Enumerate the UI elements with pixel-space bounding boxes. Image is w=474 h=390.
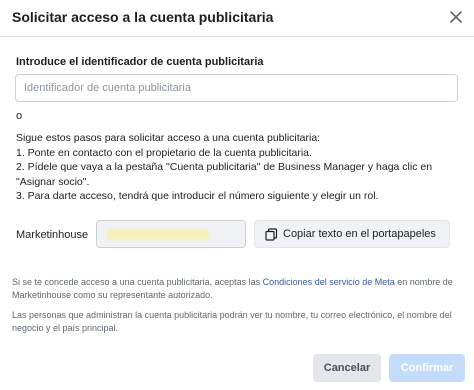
close-icon[interactable] — [449, 10, 463, 24]
instructions-intro: Sigue estos pasos para solicitar acceso … — [16, 132, 321, 144]
instructions: Sigue estos pasos para solicitar acceso … — [16, 131, 461, 204]
terms-of-service-link[interactable]: Condiciones del servicio de Meta — [263, 277, 395, 287]
terms-text-before: Si se te concede acceso a una cuenta pub… — [12, 277, 263, 287]
terms-notice: Si se te concede acceso a una cuenta pub… — [12, 276, 462, 302]
confirm-button[interactable]: Confirmar — [389, 354, 465, 382]
business-id-redacted — [107, 229, 209, 240]
copy-to-clipboard-label: Copiar texto en el portapapeles — [283, 228, 436, 240]
or-separator: o — [16, 110, 23, 122]
copy-icon — [265, 228, 278, 241]
instructions-step-2: 2. Pídele que vaya a la pestaña "Cuenta … — [16, 161, 433, 173]
privacy-notice: Las personas que administran la cuenta p… — [12, 310, 452, 333]
dialog-header: Solicitar acceso a la cuenta publicitari… — [0, 0, 474, 37]
ad-account-id-input[interactable] — [15, 74, 458, 102]
copy-to-clipboard-button[interactable]: Copiar texto en el portapapeles — [254, 220, 450, 248]
instructions-step-2-cont: "Asignar socio". — [16, 175, 90, 188]
dialog-title: Solicitar acceso a la cuenta publicitari… — [12, 9, 274, 25]
cancel-button[interactable]: Cancelar — [313, 354, 381, 382]
ad-account-field-label: Introduce el identificador de cuenta pub… — [16, 56, 264, 68]
instructions-step-3: 3. Para darte acceso, tendrá que introdu… — [16, 190, 379, 202]
instructions-step-1: 1. Ponte en contacto con el propietario … — [16, 146, 312, 159]
business-name: Marketinhouse — [16, 229, 89, 241]
business-id-field — [96, 220, 246, 248]
